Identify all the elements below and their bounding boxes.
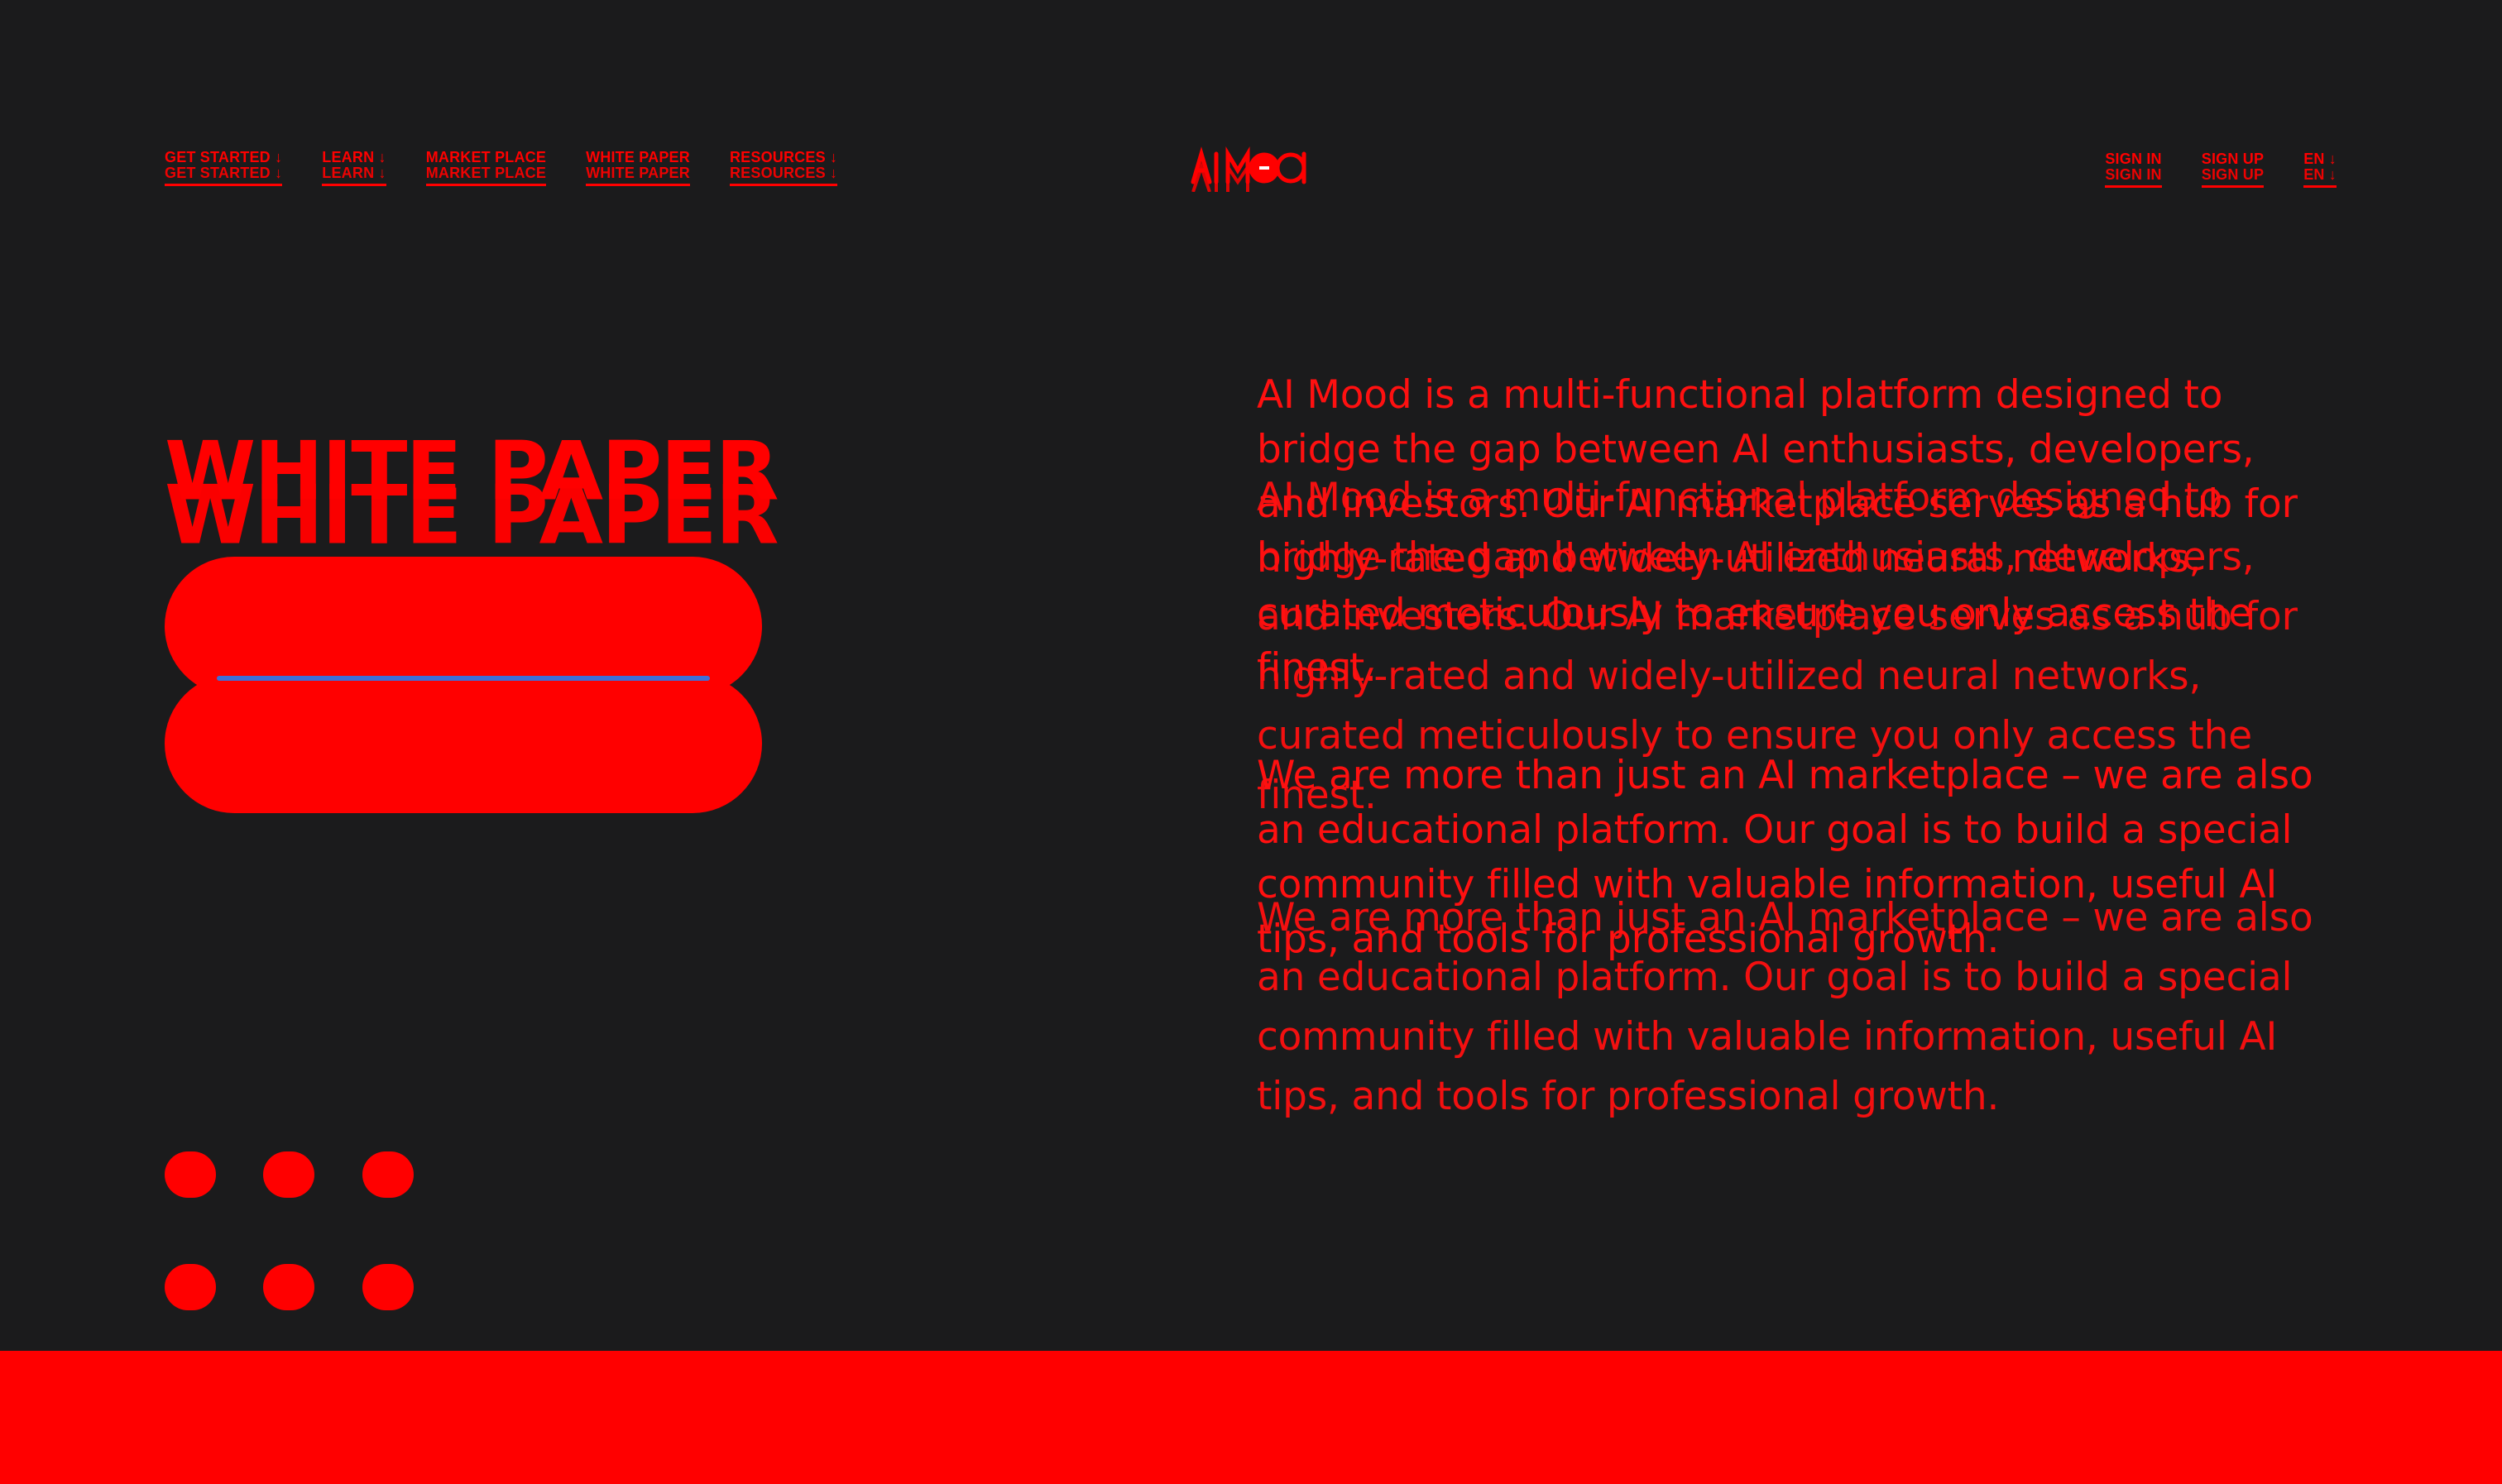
nav-white-paper[interactable]: WHITE PAPER WHITE PAPER [586, 150, 690, 186]
nav-resources-label: RESOURCES ↓ [729, 149, 838, 165]
nav-resources[interactable]: RESOURCES ↓ RESOURCES ↓ [729, 149, 838, 186]
mission-paragraph-echo: We are more than just an AI marketplace … [1257, 895, 2313, 1119]
page-title-echo: WHITE PAPER [165, 467, 779, 562]
nav-learn-label: LEARN ↓ [322, 149, 386, 165]
sign-in-label: SIGN IN [2105, 151, 2162, 167]
pagination-dot[interactable] [263, 1151, 314, 1198]
pagination-dot[interactable] [362, 1264, 414, 1310]
page: GET STARTED ↓ GET STARTED ↓ LEARN ↓ LEAR… [0, 0, 2502, 1484]
language-label-echo: EN ↓ [2303, 166, 2337, 183]
sign-up-label: SIGN UP [2201, 151, 2265, 167]
ai-mood-logo-icon [1191, 146, 1306, 193]
pagination-dot[interactable] [165, 1264, 216, 1310]
nav-market-place-label-echo: MARKET PLACE [425, 165, 547, 181]
ai-mood-logo[interactable] [1188, 146, 1314, 193]
nav-get-started[interactable]: GET STARTED ↓ GET STARTED ↓ [165, 149, 283, 186]
hero-pill-button-secondary[interactable] [165, 674, 762, 813]
sign-up-label-echo: SIGN UP [2201, 166, 2265, 183]
sign-in-link[interactable]: SIGN IN SIGN IN [2105, 151, 2163, 188]
sign-in-label-echo: SIGN IN [2105, 166, 2162, 183]
nav-learn-label-echo: LEARN ↓ [322, 165, 386, 181]
nav-resources-label-echo: RESOURCES ↓ [729, 165, 838, 181]
nav-get-started-label-echo: GET STARTED ↓ [165, 165, 283, 181]
pagination-dot[interactable] [263, 1264, 314, 1310]
nav-market-place[interactable]: MARKET PLACE MARKET PLACE [425, 149, 547, 186]
pill-divider-line [217, 676, 710, 681]
nav-market-place-label: MARKET PLACE [425, 149, 547, 165]
nav-white-paper-label: WHITE PAPER [586, 149, 690, 165]
sign-up-link[interactable]: SIGN UP SIGN UP [2201, 151, 2265, 188]
pagination-dot[interactable] [362, 1151, 414, 1198]
main-nav: GET STARTED ↓ GET STARTED ↓ LEARN ↓ LEAR… [165, 149, 838, 186]
nav-get-started-label: GET STARTED ↓ [165, 149, 283, 165]
language-selector[interactable]: EN ↓ EN ↓ [2303, 151, 2337, 188]
account-nav: SIGN IN SIGN IN SIGN UP SIGN UP EN ↓ EN … [2105, 151, 2337, 188]
language-label: EN ↓ [2303, 151, 2337, 167]
nav-learn[interactable]: LEARN ↓ LEARN ↓ [322, 149, 387, 186]
footer-band [0, 1351, 2502, 1484]
nav-white-paper-label-echo: WHITE PAPER [586, 165, 690, 181]
pagination-dot[interactable] [165, 1151, 216, 1198]
